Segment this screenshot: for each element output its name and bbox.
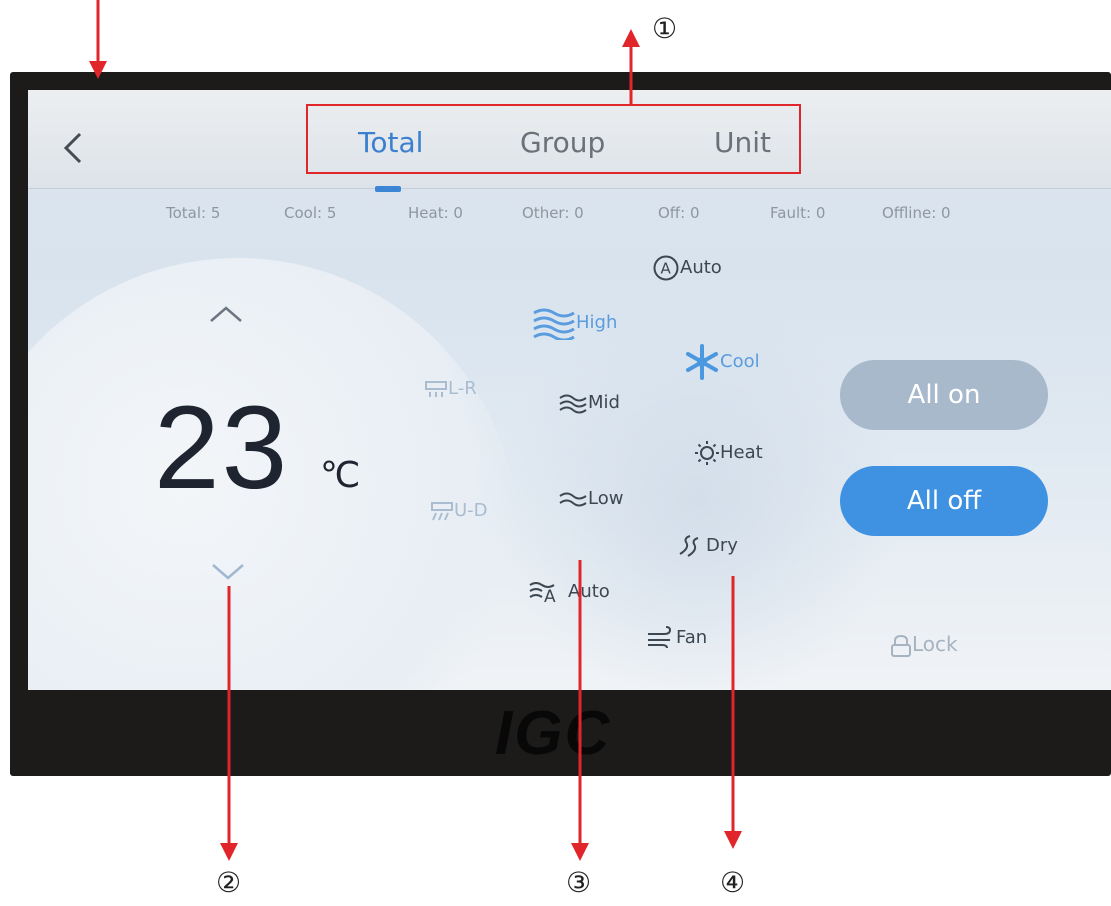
annotation-3: ③ xyxy=(566,866,592,899)
annotation-4: ④ xyxy=(720,866,746,899)
annotation-1: ① xyxy=(652,12,678,45)
annotation-arrows xyxy=(89,0,742,861)
annotation-2: ② xyxy=(216,866,242,899)
